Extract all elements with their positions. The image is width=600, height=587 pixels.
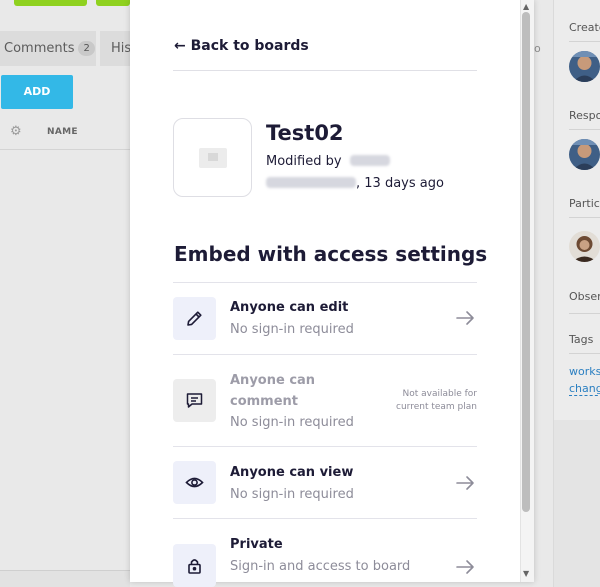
tab-history-label: His [111, 41, 132, 56]
note-line1: Not available for [402, 389, 478, 399]
tab-comments[interactable]: Comments 2 [0, 31, 96, 66]
participants-label: Partic [569, 197, 600, 210]
redacted-user-last-name [266, 177, 356, 188]
divider [569, 41, 600, 42]
option-subtext: No sign-in required [230, 415, 354, 430]
background-text-fragment: o [534, 42, 541, 55]
lock-icon [173, 544, 216, 587]
tab-comments-label: Comments [4, 41, 75, 56]
plan-restriction-note: Not available for current team plan [367, 388, 477, 414]
modified-time-suffix: , 13 days ago [356, 176, 444, 191]
scrollbar-thumb[interactable] [522, 12, 530, 512]
header-divider [173, 70, 477, 71]
tag-link[interactable]: chang [569, 382, 600, 396]
comments-count-badge: 2 [78, 41, 95, 56]
name-column-header[interactable]: NAME [47, 127, 78, 137]
option-name-line2: comment [230, 394, 299, 409]
comment-icon [173, 379, 216, 422]
board-thumbnail [173, 118, 252, 197]
participant-avatar[interactable] [569, 231, 600, 262]
pencil-icon [173, 297, 216, 340]
access-option-comment: Anyone can comment No sign-in required N… [173, 354, 477, 446]
arrow-right-icon [455, 310, 475, 330]
tab-history[interactable]: His [100, 31, 132, 66]
divider [569, 217, 600, 218]
modified-by-prefix: Modified by [266, 154, 342, 169]
responsible-label: Respo [569, 109, 600, 122]
bottom-strip [0, 570, 130, 587]
option-name: Private [230, 537, 283, 552]
observers-label: Obser [569, 290, 600, 303]
creator-avatar[interactable] [569, 51, 600, 82]
option-name: Anyone can edit [230, 300, 349, 315]
scroll-down-icon[interactable]: ▼ [523, 569, 529, 578]
back-to-boards-link[interactable]: ← Back to boards [174, 38, 309, 54]
modified-by-line: Modified by [266, 154, 390, 169]
table-header: ⚙ NAME [0, 118, 130, 150]
divider [569, 129, 600, 130]
access-option-edit[interactable]: Anyone can edit No sign-in required [173, 282, 477, 354]
top-action-button-2[interactable] [96, 0, 130, 6]
responsible-avatar[interactable] [569, 139, 600, 170]
note-line2: current team plan [396, 402, 477, 412]
divider [569, 313, 600, 314]
board-title: Test02 [266, 121, 344, 145]
add-button[interactable]: ADD [1, 75, 73, 109]
embed-section-title: Embed with access settings [174, 242, 488, 266]
access-option-private[interactable]: Private Sign-in and access to board [173, 518, 477, 587]
access-option-view[interactable]: Anyone can view No sign-in required [173, 446, 477, 518]
arrow-right-icon [455, 475, 475, 495]
redacted-user-first-name [349, 155, 390, 166]
details-side-panel: Create Respo Partic Obser Tags works cha… [553, 0, 600, 420]
eye-icon [173, 461, 216, 504]
option-subtext: No sign-in required [230, 487, 354, 502]
scroll-up-icon[interactable]: ▲ [523, 2, 529, 11]
side-panel-footer [553, 420, 600, 587]
item-tabs: Comments 2 His [0, 31, 132, 66]
option-subtext: No sign-in required [230, 322, 354, 337]
gear-icon[interactable]: ⚙ [10, 124, 22, 139]
tag-link[interactable]: works [569, 365, 600, 378]
divider [569, 353, 600, 354]
option-subtext: Sign-in and access to board [230, 559, 411, 574]
board-placeholder-icon [199, 148, 227, 168]
option-name: Anyone can view [230, 465, 354, 480]
top-action-button[interactable] [14, 0, 87, 6]
tags-label: Tags [569, 333, 594, 346]
option-name-line1: Anyone can [230, 373, 316, 388]
modified-time-line: , 13 days ago [266, 176, 444, 191]
arrow-right-icon [455, 559, 475, 579]
created-by-label: Create [569, 21, 600, 34]
